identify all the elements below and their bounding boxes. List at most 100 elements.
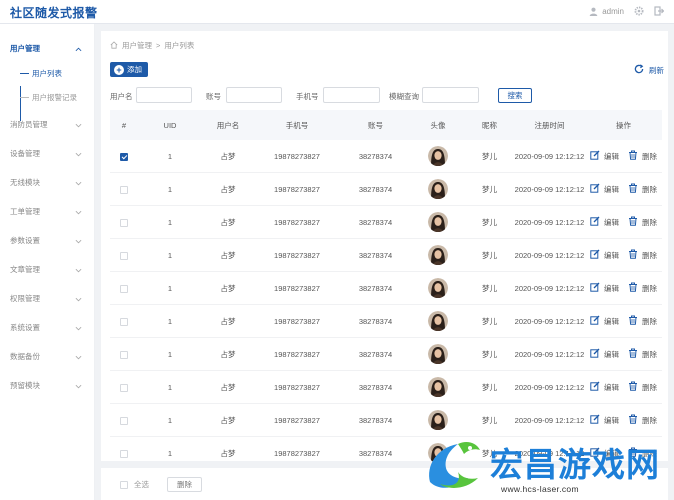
refresh-label: 刷新: [649, 65, 664, 75]
edit-button[interactable]: 编辑: [590, 414, 619, 426]
plus-icon: +: [114, 64, 124, 75]
edit-button[interactable]: 编辑: [590, 216, 619, 228]
row-checkbox[interactable]: [120, 416, 128, 425]
row-checkbox[interactable]: [120, 284, 128, 293]
delete-label: 删除: [642, 184, 657, 194]
delete-button[interactable]: 删除: [628, 249, 657, 261]
username-label: admin: [602, 6, 624, 16]
home-icon[interactable]: [110, 40, 118, 51]
fuzzy-filter-input[interactable]: [422, 87, 479, 103]
edit-button[interactable]: 编辑: [590, 183, 619, 195]
sidebar-item-wireless-module[interactable]: 无线模块: [0, 168, 94, 197]
avatar: [428, 311, 448, 331]
row-checkbox[interactable]: [120, 383, 128, 392]
delete-button[interactable]: 删除: [628, 414, 657, 426]
chevron-down-icon: [75, 197, 82, 226]
chevron-down-icon: [75, 342, 82, 371]
sidebar-item-parameter-settings[interactable]: 参数设置: [0, 226, 94, 255]
table-body: 1 占梦 19878273827 38278374 梦儿 2020-09-09 12:12…: [110, 140, 662, 470]
trash-icon: [628, 414, 638, 426]
refresh-button[interactable]: 刷新: [634, 64, 664, 76]
sidebar-item-user-management[interactable]: 用户管理: [0, 36, 94, 62]
sidebar-item-user-list[interactable]: 用户列表: [0, 62, 94, 86]
sidebar-item-system-settings[interactable]: 系统设置: [0, 313, 94, 342]
row-checkbox[interactable]: [120, 317, 128, 326]
sidebar-item-label: 设备管理: [10, 149, 40, 158]
row-checkbox-cell: [110, 250, 138, 260]
sidebar-item-reserved-module[interactable]: 预留模块: [0, 371, 94, 400]
column-header: 昵称: [482, 120, 497, 130]
user-table: # UID 用户名 手机号 账号 头像 昵称 注册时间 操作 1 占梦 198782…: [110, 110, 662, 470]
actions-cell: 编辑 删除: [585, 282, 662, 294]
edit-button[interactable]: 编辑: [590, 381, 619, 393]
delete-button[interactable]: 删除: [628, 282, 657, 294]
sidebar-item-permission-management[interactable]: 权限管理: [0, 284, 94, 313]
select-all-label: 全选: [134, 480, 149, 489]
edit-button[interactable]: 编辑: [590, 249, 619, 261]
avatar-cell: [411, 212, 465, 232]
row-checkbox-cell: [110, 382, 138, 392]
edit-button[interactable]: 编辑: [590, 348, 619, 360]
edit-icon: [590, 315, 600, 327]
delete-button[interactable]: 删除: [628, 381, 657, 393]
chevron-down-icon: [75, 139, 82, 168]
fuzzy-filter-label: 模糊查询: [389, 92, 419, 101]
user-menu[interactable]: admin: [589, 7, 624, 16]
uid-cell: 1: [167, 448, 173, 458]
delete-button[interactable]: 删除: [628, 315, 657, 327]
edit-icon: [590, 183, 600, 195]
account-filter-input[interactable]: [226, 87, 282, 103]
add-button[interactable]: + 添加: [110, 62, 148, 77]
sidebar-item-data-backup[interactable]: 数据备份: [0, 342, 94, 371]
row-checkbox[interactable]: [120, 251, 128, 260]
actions-cell: 编辑 删除: [585, 414, 662, 426]
add-button-label: 添加: [127, 65, 142, 74]
row-checkbox[interactable]: [120, 449, 128, 458]
row-checkbox[interactable]: [120, 218, 128, 227]
row-checkbox[interactable]: [120, 350, 128, 359]
nickname-cell: 梦儿: [482, 415, 497, 425]
sidebar-item-device-management[interactable]: 设备管理: [0, 139, 94, 168]
edit-button[interactable]: 编辑: [590, 282, 619, 294]
gear-icon[interactable]: [634, 6, 644, 16]
edit-button[interactable]: 编辑: [590, 150, 619, 162]
watermark-text: 宏昌游戏网: [490, 445, 660, 484]
username-filter-input[interactable]: [136, 87, 192, 103]
edit-button[interactable]: 编辑: [590, 315, 619, 327]
table-row: 1 占梦 19878273827 38278374 梦儿 2020-09-09 12:12…: [110, 305, 662, 338]
sidebar-item-work-order-management[interactable]: 工单管理: [0, 197, 94, 226]
registered-time-cell: 2020-09-09 12:12:12: [514, 382, 585, 392]
nickname-cell: 梦儿: [482, 217, 497, 227]
avatar: [428, 179, 448, 199]
logout-icon[interactable]: [654, 6, 664, 16]
sidebar-item-firefighter-management[interactable]: 消防员管理: [0, 110, 94, 139]
table-row: 1 占梦 19878273827 38278374 梦儿 2020-09-09 12:12…: [110, 239, 662, 272]
select-all-checkbox[interactable]: [120, 480, 128, 489]
sidebar-item-user-alarm-records[interactable]: 用户报警记录: [0, 86, 94, 110]
sidebar-item-article-management[interactable]: 文章管理: [0, 255, 94, 284]
table-header: # UID 用户名 手机号 账号 头像 昵称 注册时间 操作: [110, 110, 662, 140]
edit-icon: [590, 216, 600, 228]
watermark: 宏昌游戏网 www.hcs-laser.com: [418, 436, 674, 500]
username-cell: 占梦: [220, 448, 236, 458]
app-title: 社区随发式报警: [10, 6, 98, 20]
breadcrumb-section[interactable]: 用户管理: [122, 40, 152, 51]
registered-time-cell: 2020-09-09 12:12:12: [514, 184, 585, 194]
column-header: 手机号: [285, 120, 309, 130]
delete-button[interactable]: 删除: [628, 183, 657, 195]
bulk-delete-button[interactable]: 删除: [167, 477, 202, 492]
avatar-cell: [411, 179, 465, 199]
search-button[interactable]: 搜索: [498, 88, 532, 103]
table-row: 1 占梦 19878273827 38278374 梦儿 2020-09-09 12:12…: [110, 140, 662, 173]
column-header: 用户名: [216, 120, 240, 130]
delete-button[interactable]: 删除: [628, 216, 657, 228]
delete-button[interactable]: 删除: [628, 348, 657, 360]
row-checkbox[interactable]: [120, 185, 128, 194]
breadcrumb-separator: >: [156, 41, 161, 50]
delete-button[interactable]: 删除: [628, 150, 657, 162]
row-checkbox-cell: [110, 283, 138, 293]
row-checkbox[interactable]: [120, 152, 128, 161]
phone-filter-input[interactable]: [323, 87, 380, 103]
avatar-cell: [411, 146, 465, 166]
delete-label: 删除: [642, 283, 657, 293]
